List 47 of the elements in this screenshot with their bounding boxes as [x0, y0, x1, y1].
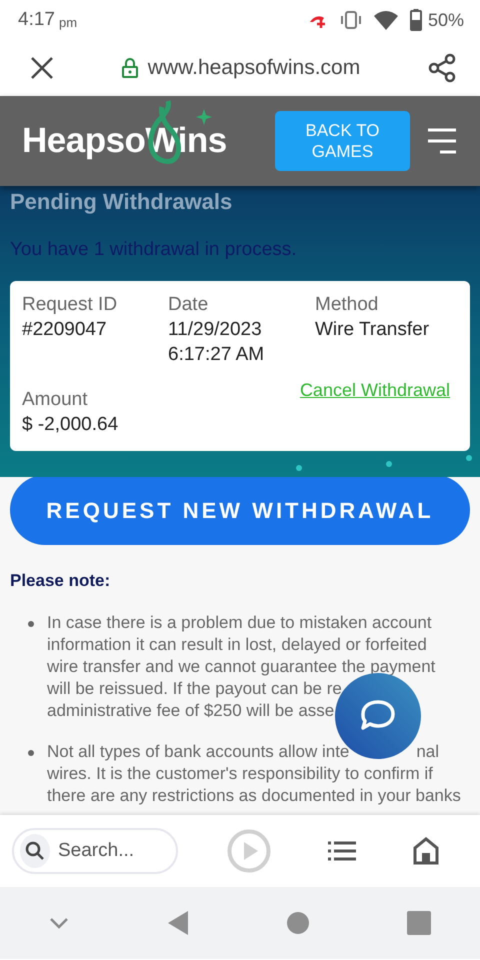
- search-input[interactable]: Search...: [56, 839, 170, 863]
- home-circle-icon[interactable]: [287, 912, 309, 934]
- back-to-games-button[interactable]: BACK TO GAMES: [275, 111, 410, 171]
- section-title: Pending Withdrawals: [10, 188, 234, 215]
- field-label: Date: [168, 293, 210, 317]
- note-text: information it can result in lost, delayed or forfeited: [47, 634, 427, 656]
- battery-icon: [410, 9, 422, 31]
- note-text: administrative fee of $250 will be asse: [47, 700, 334, 722]
- field-value: 11/29/2023 6:17:27 AM: [168, 318, 266, 367]
- cancel-withdrawal-link[interactable]: Cancel Withdrawal: [300, 380, 450, 401]
- note-text: there are any restrictions as documented in your banks: [47, 785, 461, 807]
- wifi-icon: [374, 10, 398, 30]
- menu-icon[interactable]: [426, 127, 458, 155]
- status-time: 4:17: [18, 9, 55, 31]
- decor-dot: [466, 455, 472, 461]
- amount-value: $ -2,000.64: [22, 413, 118, 437]
- field-label: Method: [315, 293, 380, 317]
- status-period: pm: [58, 14, 78, 30]
- note-text: nal: [416, 741, 439, 763]
- request-withdrawal-button[interactable]: REQUEST NEW WITHDRAWAL: [10, 477, 470, 545]
- note-text: In case there is a problem due to mistaken account: [47, 612, 432, 634]
- field-value: #2209047: [22, 318, 108, 342]
- notes-title: Please note:: [10, 571, 112, 591]
- back-icon[interactable]: [167, 910, 189, 936]
- battery-percent: 50%: [428, 10, 464, 30]
- note-text: will be reissued. If the payout can be re: [47, 678, 342, 700]
- decor-dot: [386, 461, 392, 467]
- decor-dot: [296, 465, 302, 471]
- field-label: Amount: [22, 388, 88, 412]
- url-text[interactable]: www.heapsofwins.com: [148, 56, 360, 80]
- list-icon[interactable]: [328, 841, 356, 861]
- note-text: Not all types of bank accounts allow inte: [47, 741, 350, 763]
- field-label: Request ID: [22, 293, 118, 317]
- note-text: wires. It is the customer's responsibility to confirm if: [47, 763, 433, 785]
- bullet-icon: [28, 750, 34, 756]
- lock-icon: [122, 58, 138, 78]
- close-icon[interactable]: [30, 56, 54, 80]
- chevron-down-icon[interactable]: [49, 917, 69, 929]
- site-logo[interactable]: HeapsoWins: [22, 121, 227, 161]
- search-icon: [25, 841, 45, 861]
- bullet-icon: [28, 621, 34, 627]
- share-icon[interactable]: [428, 53, 456, 83]
- home-icon[interactable]: [413, 837, 440, 865]
- field-value: Wire Transfer: [315, 318, 430, 342]
- vibrate-icon: [340, 11, 362, 29]
- note-text: wire transfer and we cannot guarantee the payment: [47, 656, 436, 678]
- search-field[interactable]: Search...: [12, 828, 178, 874]
